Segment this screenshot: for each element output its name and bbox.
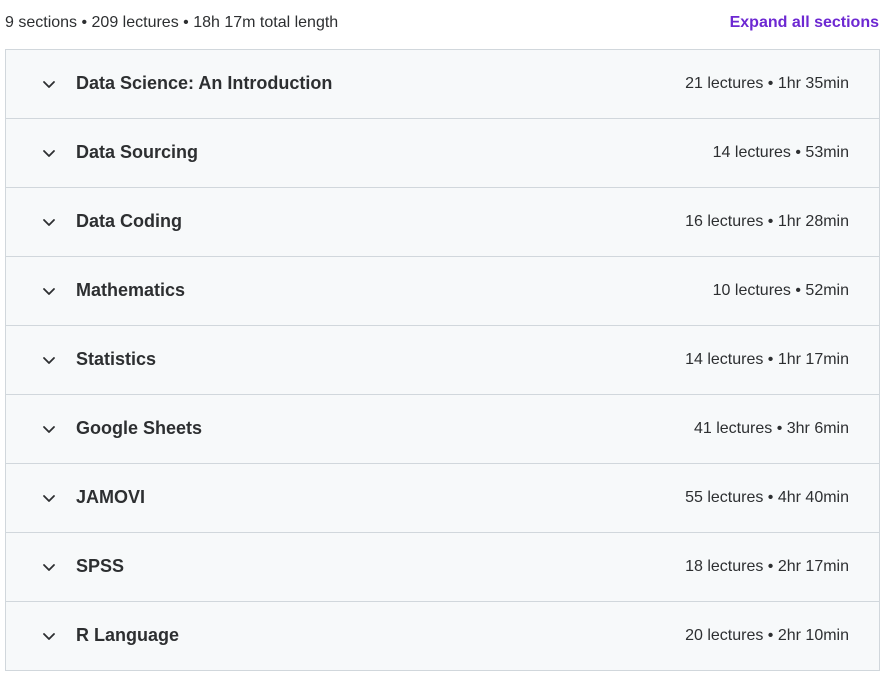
section-meta: 55 lectures • 4hr 40min xyxy=(685,489,849,506)
chevron-down-icon xyxy=(41,214,57,230)
section-title: R Language xyxy=(76,625,180,645)
chevron-down-icon xyxy=(41,283,57,299)
section-meta: 16 lectures • 1hr 28min xyxy=(685,213,849,230)
chevron-down-icon xyxy=(41,559,57,575)
section-list: Data Science: An Introduction 21 lecture… xyxy=(5,49,880,671)
section-title: SPSS xyxy=(76,556,125,576)
section-title: Google Sheets xyxy=(76,418,203,438)
section-row-statistics[interactable]: Statistics 14 lectures • 1hr 17min xyxy=(6,326,879,395)
section-title: Mathematics xyxy=(76,280,186,300)
section-row-spss[interactable]: SPSS 18 lectures • 2hr 17min xyxy=(6,533,879,602)
section-meta: 21 lectures • 1hr 35min xyxy=(685,75,849,92)
section-row-mathematics[interactable]: Mathematics 10 lectures • 52min xyxy=(6,257,879,326)
section-row-jamovi[interactable]: JAMOVI 55 lectures • 4hr 40min xyxy=(6,464,879,533)
chevron-down-icon xyxy=(41,352,57,368)
section-meta: 41 lectures • 3hr 6min xyxy=(693,420,849,437)
curriculum-summary: 9 sections • 209 lectures • 18h 17m tota… xyxy=(5,14,339,31)
section-meta: 18 lectures • 2hr 17min xyxy=(685,558,849,575)
chevron-down-icon xyxy=(41,76,57,92)
section-meta: 14 lectures • 53min xyxy=(712,144,849,161)
section-title: Data Sourcing xyxy=(76,142,199,162)
section-row-r-language[interactable]: R Language 20 lectures • 2hr 10min xyxy=(6,602,879,670)
section-title: JAMOVI xyxy=(76,487,146,507)
section-row-data-science-introduction[interactable]: Data Science: An Introduction 21 lecture… xyxy=(6,50,879,119)
expand-all-sections-button[interactable]: Expand all sections xyxy=(730,14,879,32)
chevron-down-icon xyxy=(41,490,57,506)
section-meta: 20 lectures • 2hr 10min xyxy=(685,627,849,644)
section-title: Statistics xyxy=(76,349,157,369)
section-row-data-sourcing[interactable]: Data Sourcing 14 lectures • 53min xyxy=(6,119,879,188)
chevron-down-icon xyxy=(41,145,57,161)
curriculum-summary-bar: 9 sections • 209 lectures • 18h 17m tota… xyxy=(0,0,885,49)
section-title: Data Coding xyxy=(76,211,182,231)
section-row-data-coding[interactable]: Data Coding 16 lectures • 1hr 28min xyxy=(6,188,879,257)
chevron-down-icon xyxy=(41,628,57,644)
chevron-down-icon xyxy=(41,421,57,437)
section-title: Data Science: An Introduction xyxy=(76,73,333,93)
section-row-google-sheets[interactable]: Google Sheets 41 lectures • 3hr 6min xyxy=(6,395,879,464)
section-meta: 14 lectures • 1hr 17min xyxy=(685,351,849,368)
section-meta: 10 lectures • 52min xyxy=(712,282,849,299)
